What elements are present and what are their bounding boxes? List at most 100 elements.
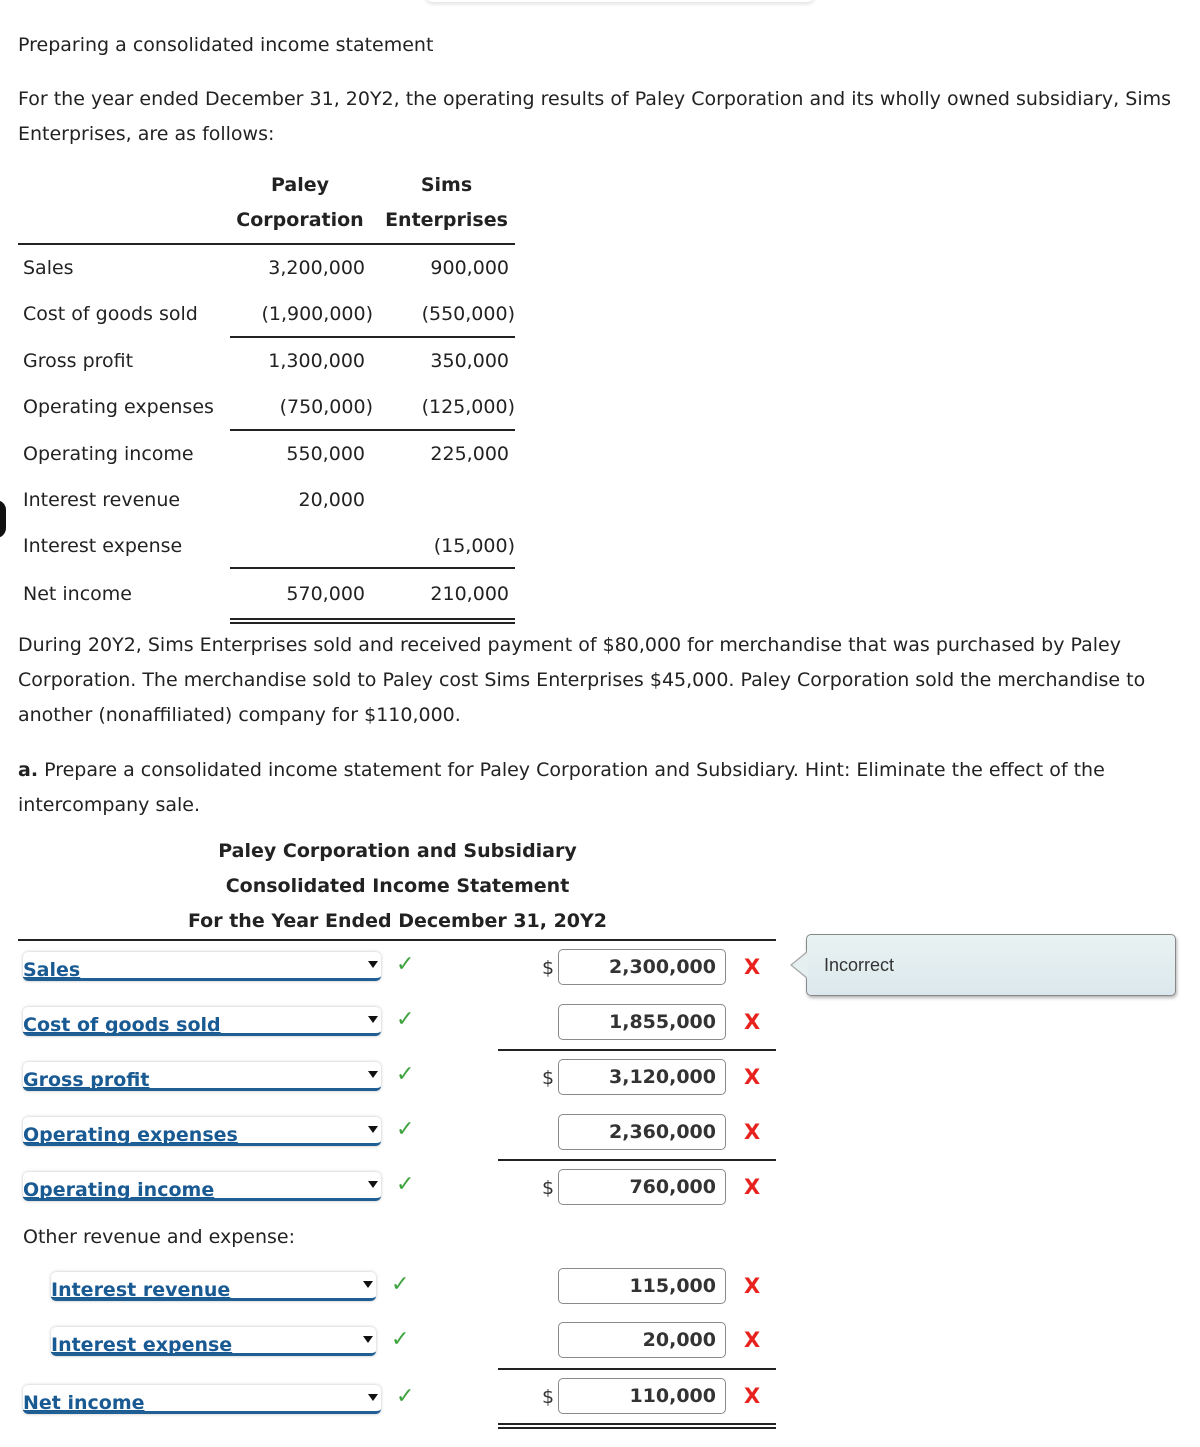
select-value: Operating income	[23, 1179, 215, 1201]
dollar-sign: $	[542, 1386, 555, 1408]
amount-input-interest-revenue[interactable]: 115,000	[558, 1268, 726, 1304]
amount-input-net-income[interactable]: 110,000	[558, 1378, 726, 1414]
paley-value: 3,200,000	[268, 257, 365, 279]
total-double-rule-bottom	[230, 622, 515, 624]
account-select-cost-of-goods-sold[interactable]: Cost of goods sold	[23, 1007, 381, 1036]
table-row: Interest expense (15,000)	[23, 523, 515, 569]
problem-intro: For the year ended December 31, 20Y2, th…	[18, 88, 1172, 145]
chevron-down-icon	[368, 1126, 378, 1133]
paley-value: 1,300,000	[268, 350, 365, 372]
tooltip-pointer	[792, 952, 808, 978]
table-row: Operating income 550,000 225,000	[23, 431, 515, 477]
check-icon: ✓	[396, 952, 415, 977]
select-value: Sales	[23, 959, 81, 981]
x-icon: X	[744, 1274, 761, 1298]
check-icon: ✓	[396, 1062, 415, 1087]
sims-value: 225,000	[430, 443, 509, 465]
col-header-paley-2: Corporation	[236, 209, 364, 231]
table-row: Interest revenue 20,000	[23, 477, 515, 523]
account-select-gross-profit[interactable]: Gross profit	[23, 1062, 381, 1091]
chevron-down-icon	[363, 1336, 373, 1343]
paley-value: (1,900,000)	[261, 303, 373, 325]
intercompany-description: During 20Y2, Sims Enterprises sold and r…	[18, 634, 1146, 726]
row-label: Gross profit	[23, 350, 134, 372]
row-label: Operating expenses	[23, 396, 214, 418]
row-label: Sales	[23, 257, 74, 279]
chevron-down-icon	[368, 961, 378, 968]
x-icon: X	[744, 1175, 761, 1199]
select-value: Interest revenue	[51, 1279, 231, 1301]
sims-value: 900,000	[430, 257, 509, 279]
amount-input-cost-of-goods-sold[interactable]: 1,855,000	[558, 1004, 726, 1040]
subtotal-rule	[498, 1049, 776, 1051]
paley-value: 570,000	[286, 583, 365, 605]
dollar-sign: $	[542, 1177, 555, 1199]
amount-input-sales[interactable]: 2,300,000	[558, 949, 726, 985]
row-label: Cost of goods sold	[23, 303, 198, 325]
sims-value: (550,000)	[421, 303, 515, 325]
account-select-net-income[interactable]: Net income	[23, 1385, 381, 1414]
statement-period: For the Year Ended December 31, 20Y2	[187, 910, 608, 932]
table-row: Operating expenses (750,000) (125,000)	[23, 384, 515, 430]
col-header-sims-1: Sims	[420, 174, 473, 196]
total-double-rule-bottom	[498, 1427, 776, 1429]
table-row: Sales 3,200,000 900,000	[23, 245, 515, 291]
check-icon: ✓	[396, 1007, 415, 1032]
chevron-down-icon	[368, 1394, 378, 1401]
account-select-sales[interactable]: Sales	[23, 952, 381, 981]
x-icon: X	[744, 955, 761, 979]
dollar-sign: $	[542, 1067, 555, 1089]
feedback-tooltip: Incorrect	[790, 934, 1176, 996]
subtotal-rule	[498, 1159, 776, 1161]
sims-value: (15,000)	[433, 535, 515, 557]
x-icon: X	[744, 1328, 761, 1352]
amount-input-operating-expenses[interactable]: 2,360,000	[558, 1114, 726, 1150]
heading-rule	[18, 939, 776, 941]
paley-value: 20,000	[298, 489, 365, 511]
amount-input-gross-profit[interactable]: 3,120,000	[558, 1059, 726, 1095]
paley-value: (750,000)	[279, 396, 373, 418]
x-icon: X	[744, 1010, 761, 1034]
chevron-down-icon	[368, 1181, 378, 1188]
dollar-sign: $	[542, 957, 555, 979]
select-value: Cost of goods sold	[23, 1014, 221, 1036]
chevron-down-icon	[363, 1281, 373, 1288]
sims-value: (125,000)	[421, 396, 515, 418]
check-icon: ✓	[391, 1327, 410, 1352]
paley-value: 550,000	[286, 443, 365, 465]
statement-company: Paley Corporation and Subsidiary	[218, 840, 577, 862]
account-select-interest-expense[interactable]: Interest expense	[51, 1327, 376, 1356]
total-double-rule-top	[230, 618, 515, 620]
table-row: Cost of goods sold (1,900,000) (550,000)	[23, 291, 515, 337]
part-a-text: Prepare a consolidated income statement …	[18, 759, 1105, 816]
part-a-label: a.	[18, 759, 39, 781]
subtotal-rule	[230, 567, 515, 569]
check-icon: ✓	[391, 1272, 410, 1297]
select-value: Interest expense	[51, 1334, 233, 1356]
other-revenue-expense-label: Other revenue and expense:	[23, 1226, 295, 1248]
account-select-interest-revenue[interactable]: Interest revenue	[51, 1272, 376, 1301]
row-label: Interest expense	[23, 535, 183, 557]
side-tab-handle[interactable]	[0, 500, 6, 538]
row-label: Interest revenue	[23, 489, 181, 511]
account-select-operating-income[interactable]: Operating income	[23, 1172, 381, 1201]
subtotal-rule	[498, 1368, 776, 1370]
statement-title: Consolidated Income Statement	[225, 875, 570, 897]
account-select-operating-expenses[interactable]: Operating expenses	[23, 1117, 381, 1146]
col-header-paley-1: Paley	[270, 174, 330, 196]
select-value: Operating expenses	[23, 1124, 238, 1146]
x-icon: X	[744, 1065, 761, 1089]
problem-title: Preparing a consolidated income statemen…	[18, 34, 434, 56]
check-icon: ✓	[396, 1172, 415, 1197]
table-row: Gross profit 1,300,000 350,000	[23, 338, 515, 384]
top-panel-edge	[425, 0, 815, 2]
sims-value: 350,000	[430, 350, 509, 372]
x-icon: X	[744, 1384, 761, 1408]
row-label: Net income	[23, 583, 132, 605]
tooltip-text: Incorrect	[824, 955, 895, 975]
chevron-down-icon	[368, 1071, 378, 1078]
amount-input-operating-income[interactable]: 760,000	[558, 1169, 726, 1205]
amount-input-interest-expense[interactable]: 20,000	[558, 1322, 726, 1358]
x-icon: X	[744, 1120, 761, 1144]
chevron-down-icon	[368, 1016, 378, 1023]
